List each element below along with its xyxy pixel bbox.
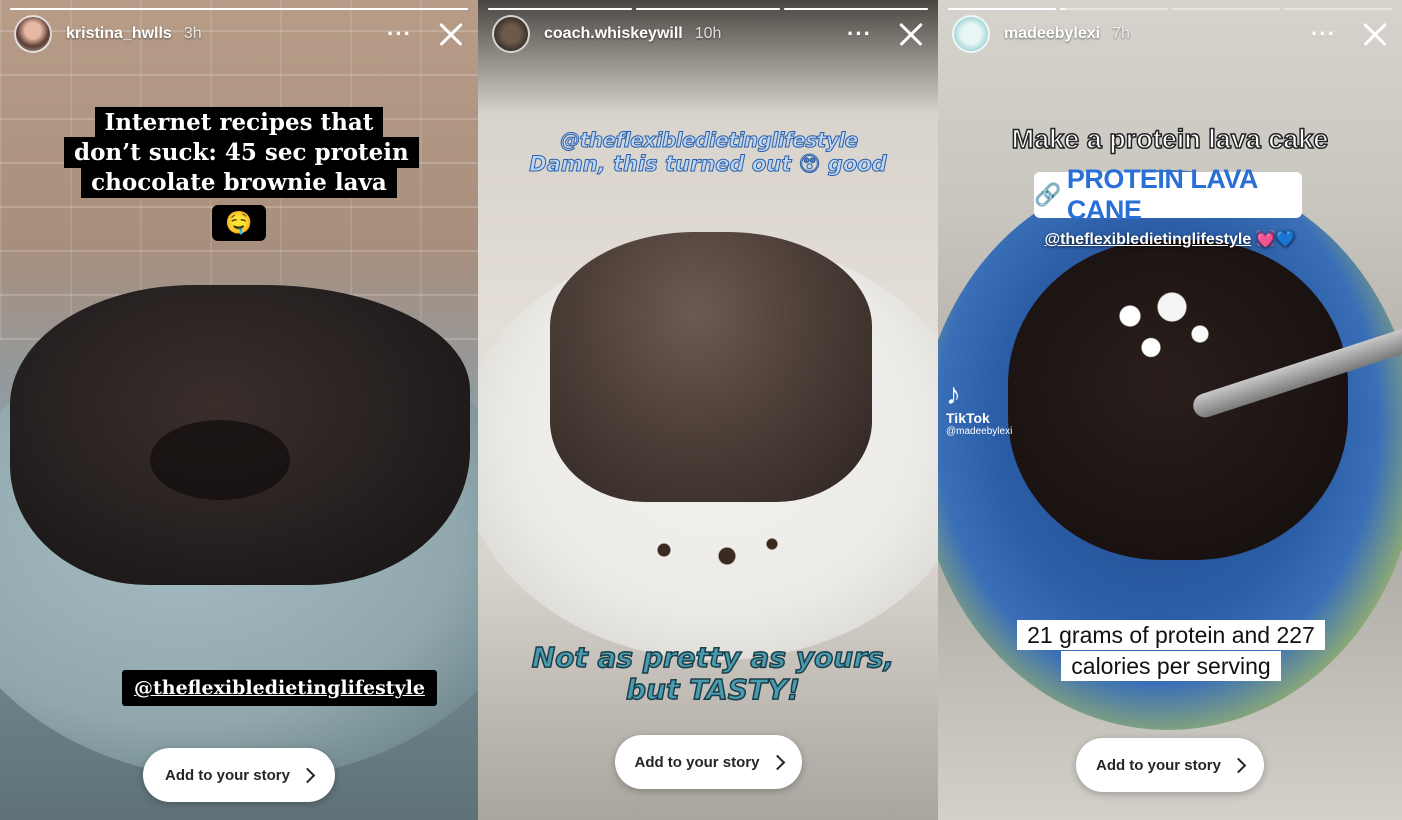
chevron-right-icon	[1230, 757, 1247, 773]
story-progress	[10, 8, 468, 10]
mention-text[interactable]: @theflexibledietinglifestyle	[514, 128, 904, 153]
more-options-icon[interactable]: ···	[847, 23, 872, 45]
avatar[interactable]	[492, 15, 530, 53]
story-header: madeebylexi 7h ···	[952, 14, 1388, 54]
close-icon[interactable]	[898, 21, 924, 47]
username[interactable]: kristina_hwlls	[66, 25, 172, 43]
bottom-caption: Not as pretty as yours, but TASTY!	[531, 641, 895, 707]
story-panel-kristina[interactable]: kristina_hwlls 3h ··· Internet recipes t…	[0, 0, 478, 820]
story-caption: Damn, this turned out 😲 good	[529, 152, 887, 177]
mention-sticker[interactable]: @theflexibledietinglifestyle	[122, 670, 437, 706]
drooling-face-emoji: 🤤	[212, 205, 266, 241]
avatar[interactable]	[952, 15, 990, 53]
post-time: 10h	[694, 25, 722, 42]
username[interactable]: coach.whiskeywill	[544, 25, 683, 43]
close-icon[interactable]	[1362, 21, 1388, 47]
story-progress	[488, 8, 928, 10]
add-to-story-button[interactable]: Add to your story	[143, 748, 335, 802]
chevron-right-icon	[299, 767, 316, 783]
post-time: 3h	[183, 25, 202, 42]
chevron-right-icon	[769, 754, 785, 770]
close-icon[interactable]	[438, 21, 464, 47]
add-to-story-button[interactable]: Add to your story	[1076, 738, 1264, 792]
story-panel-madeebylexi[interactable]: madeebylexi 7h ··· Make a protein lava c…	[938, 0, 1402, 820]
story-panel-coach[interactable]: coach.whiskeywill 10h ··· @theflexibledi…	[478, 0, 938, 820]
story-progress	[948, 8, 1392, 10]
mention-text[interactable]: @theflexibledietinglifestyle 💓💙	[938, 229, 1402, 249]
story-header: coach.whiskeywill 10h ···	[492, 14, 924, 54]
nutrition-caption: 21 grams of protein and 227 calories per…	[1006, 620, 1336, 682]
post-time: 7h	[1112, 25, 1130, 42]
avatar[interactable]	[14, 15, 52, 53]
lava-cake-image	[550, 232, 872, 502]
story-header: kristina_hwlls 3h ···	[14, 14, 464, 54]
link-icon: 🔗	[1034, 182, 1061, 207]
more-options-icon[interactable]: ···	[1311, 23, 1336, 45]
more-options-icon[interactable]: ···	[387, 23, 412, 45]
add-to-story-button[interactable]: Add to your story	[615, 735, 802, 789]
username[interactable]: madeebylexi	[1004, 25, 1100, 43]
tiktok-watermark: ♪ TikTok @madeebylexi	[946, 378, 1013, 438]
tiktok-logo-icon: ♪	[946, 378, 961, 411]
story-caption: Internet recipes that don’t suck: 45 sec…	[64, 107, 419, 198]
story-title: Make a protein lava cake	[1011, 123, 1329, 155]
link-sticker[interactable]: 🔗 PROTEIN LAVA CANE	[1034, 164, 1302, 225]
